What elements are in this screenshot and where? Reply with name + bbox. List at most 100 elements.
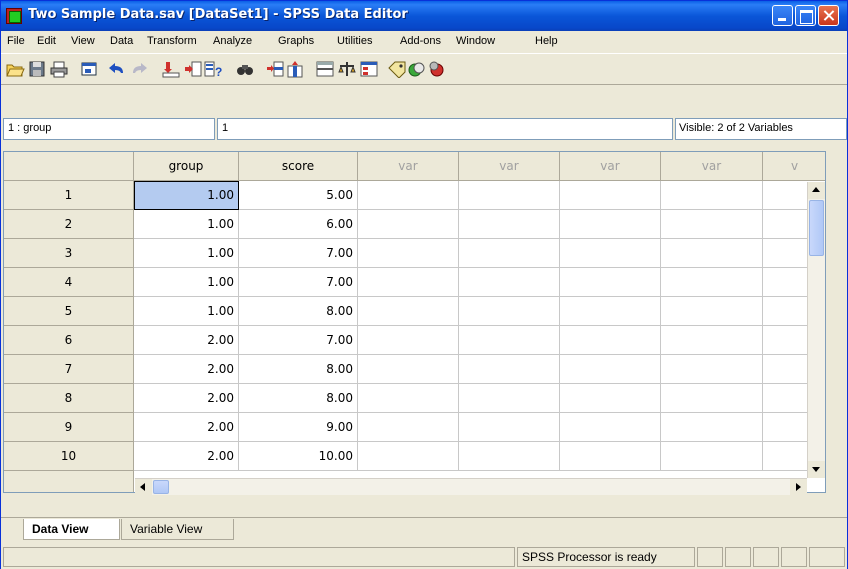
column-header-var[interactable]: var bbox=[358, 152, 459, 181]
menu-data[interactable]: Data bbox=[110, 35, 133, 47]
row-header[interactable] bbox=[4, 471, 134, 492]
row-header[interactable]: 1 bbox=[4, 181, 134, 210]
data-cell-group[interactable]: 2.00 bbox=[134, 413, 239, 442]
maximize-button[interactable] bbox=[795, 5, 816, 26]
row-header[interactable]: 3 bbox=[4, 239, 134, 268]
variables-icon[interactable]: ? bbox=[203, 60, 223, 79]
empty-cell[interactable] bbox=[661, 181, 763, 210]
undo-icon[interactable] bbox=[107, 60, 127, 78]
menu-help[interactable]: Help bbox=[535, 35, 558, 47]
column-header-var[interactable]: var bbox=[661, 152, 763, 181]
goto-case-icon[interactable] bbox=[161, 60, 181, 78]
empty-cell[interactable] bbox=[560, 268, 661, 297]
row-header[interactable]: 9 bbox=[4, 413, 134, 442]
weight-cases-icon[interactable] bbox=[337, 60, 357, 78]
data-cell-score[interactable]: 8.00 bbox=[239, 297, 358, 326]
data-cell-score[interactable]: 7.00 bbox=[239, 239, 358, 268]
data-cell-group[interactable]: 2.00 bbox=[134, 326, 239, 355]
tab-data-view[interactable]: Data View bbox=[23, 519, 120, 540]
empty-cell[interactable] bbox=[358, 326, 459, 355]
empty-cell[interactable] bbox=[459, 297, 560, 326]
vertical-scroll-thumb[interactable] bbox=[809, 200, 824, 256]
split-file-icon[interactable] bbox=[315, 60, 335, 78]
title-bar[interactable]: Two Sample Data.sav [DataSet1] - SPSS Da… bbox=[1, 1, 847, 31]
horizontal-scrollbar[interactable] bbox=[135, 478, 807, 495]
horizontal-scroll-thumb[interactable] bbox=[153, 480, 169, 494]
show-all-icon[interactable] bbox=[427, 60, 447, 78]
data-cell-group[interactable]: 1.00 bbox=[134, 297, 239, 326]
empty-cell[interactable] bbox=[459, 326, 560, 355]
row-header[interactable]: 6 bbox=[4, 326, 134, 355]
empty-cell[interactable] bbox=[560, 384, 661, 413]
select-cases-icon[interactable] bbox=[359, 60, 379, 78]
data-cell-group[interactable]: 2.00 bbox=[134, 442, 239, 471]
menu-view[interactable]: View bbox=[71, 35, 95, 47]
empty-cell[interactable] bbox=[661, 384, 763, 413]
empty-cell[interactable] bbox=[358, 413, 459, 442]
empty-cell[interactable] bbox=[459, 413, 560, 442]
empty-cell[interactable] bbox=[358, 297, 459, 326]
close-button[interactable] bbox=[818, 5, 839, 26]
column-header-var[interactable]: var bbox=[459, 152, 560, 181]
row-header[interactable]: 7 bbox=[4, 355, 134, 384]
empty-cell[interactable] bbox=[358, 239, 459, 268]
data-cell-group[interactable]: 2.00 bbox=[134, 355, 239, 384]
vertical-scrollbar[interactable] bbox=[807, 182, 825, 478]
empty-cell[interactable] bbox=[459, 442, 560, 471]
row-header[interactable]: 2 bbox=[4, 210, 134, 239]
empty-cell[interactable] bbox=[459, 239, 560, 268]
empty-cell[interactable] bbox=[661, 268, 763, 297]
save-icon[interactable] bbox=[27, 60, 47, 78]
use-sets-icon[interactable] bbox=[407, 60, 427, 78]
empty-cell[interactable] bbox=[661, 326, 763, 355]
spss-app-icon[interactable] bbox=[6, 8, 22, 24]
empty-cell[interactable] bbox=[459, 181, 560, 210]
menu-add-ons[interactable]: Add-ons bbox=[400, 35, 441, 47]
tab-variable-view[interactable]: Variable View bbox=[121, 519, 234, 540]
empty-cell[interactable] bbox=[560, 297, 661, 326]
column-header-score[interactable]: score bbox=[239, 152, 358, 181]
scroll-down-arrow-icon[interactable] bbox=[808, 461, 825, 478]
insert-cases-icon[interactable] bbox=[265, 60, 285, 78]
empty-cell[interactable] bbox=[358, 355, 459, 384]
minimize-button[interactable] bbox=[772, 5, 793, 26]
value-labels-icon[interactable] bbox=[387, 60, 407, 79]
data-cell-score[interactable]: 7.00 bbox=[239, 326, 358, 355]
empty-cell[interactable] bbox=[358, 181, 459, 210]
cell-reference-field[interactable]: 1 : group bbox=[3, 118, 215, 140]
row-header[interactable]: 5 bbox=[4, 297, 134, 326]
empty-cell[interactable] bbox=[358, 384, 459, 413]
empty-cell[interactable] bbox=[358, 268, 459, 297]
data-cell-group[interactable]: 1.00 bbox=[134, 239, 239, 268]
empty-cell[interactable] bbox=[560, 442, 661, 471]
menu-utilities[interactable]: Utilities bbox=[337, 35, 372, 47]
empty-cell[interactable] bbox=[560, 210, 661, 239]
empty-cell[interactable] bbox=[661, 442, 763, 471]
data-cell-group[interactable]: 1.00 bbox=[134, 268, 239, 297]
menu-file[interactable]: File bbox=[7, 35, 25, 47]
data-cell-score[interactable]: 8.00 bbox=[239, 355, 358, 384]
empty-cell[interactable] bbox=[661, 413, 763, 442]
data-cell-score[interactable]: 9.00 bbox=[239, 413, 358, 442]
empty-cell[interactable] bbox=[560, 326, 661, 355]
redo-icon[interactable] bbox=[129, 60, 149, 78]
dialog-recall-icon[interactable] bbox=[79, 60, 99, 78]
empty-cell[interactable] bbox=[459, 384, 560, 413]
column-header-var[interactable]: v bbox=[763, 152, 825, 181]
print-icon[interactable] bbox=[49, 60, 69, 78]
empty-cell[interactable] bbox=[560, 413, 661, 442]
empty-cell[interactable] bbox=[358, 210, 459, 239]
menu-analyze[interactable]: Analyze bbox=[213, 35, 252, 47]
data-cell-score[interactable]: 10.00 bbox=[239, 442, 358, 471]
empty-cell[interactable] bbox=[560, 181, 661, 210]
find-icon[interactable] bbox=[235, 60, 255, 78]
data-cell-score[interactable]: 7.00 bbox=[239, 268, 358, 297]
data-cell-group[interactable]: 2.00 bbox=[134, 384, 239, 413]
empty-cell[interactable] bbox=[661, 297, 763, 326]
scroll-left-arrow-icon[interactable] bbox=[135, 479, 152, 495]
data-cell-group[interactable]: 1.00 bbox=[134, 181, 239, 210]
data-cell-score[interactable]: 6.00 bbox=[239, 210, 358, 239]
column-header-var[interactable]: var bbox=[560, 152, 661, 181]
empty-cell[interactable] bbox=[560, 355, 661, 384]
goto-variable-icon[interactable] bbox=[183, 60, 203, 78]
